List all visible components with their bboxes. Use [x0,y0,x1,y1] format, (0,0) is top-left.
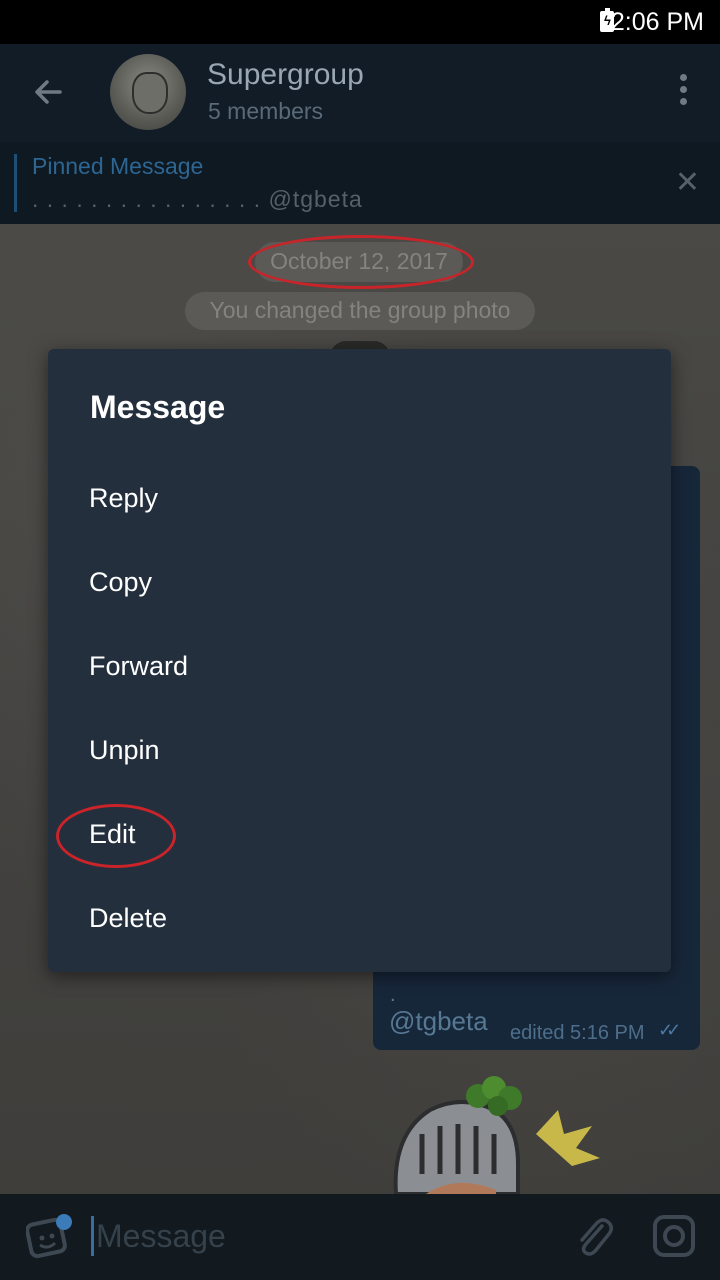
notification-dot [56,1214,72,1230]
members-count: 5 members [208,98,324,124]
service-message-text: You changed the group photo [209,297,511,323]
chat-header: Supergroup 5 members [0,44,720,142]
camera-icon[interactable] [652,1214,696,1258]
telegram-chat-screen: ϟ 2:06 PM Supergroup 5 members Pinned Me… [0,0,720,1280]
text-cursor [91,1216,94,1256]
message-dot: . [390,984,396,1006]
date-highlight-circle [248,235,474,289]
message-input-bar: Message [0,1194,720,1280]
message-input[interactable]: Message [96,1218,226,1255]
pinned-message-bar[interactable]: Pinned Message . . . . . . . . . . . . .… [0,142,720,224]
menu-item-copy[interactable]: Copy [89,567,152,598]
service-message: You changed the group photo [185,292,535,330]
group-avatar[interactable] [110,54,186,130]
knight-sticker[interactable] [386,1074,606,1194]
edit-highlight-circle [56,804,176,868]
menu-item-reply[interactable]: Reply [89,483,158,514]
status-bar: ϟ 2:06 PM [0,0,720,44]
paperclip-icon[interactable] [572,1214,616,1258]
more-vert-icon[interactable] [678,74,688,114]
message-edited-time: edited 5:16 PM [510,1022,645,1044]
menu-item-delete[interactable]: Delete [89,903,167,934]
pinned-text: . . . . . . . . . . . . . . . . @tgbeta [32,186,363,212]
pinned-accent-bar [14,154,17,212]
chat-title[interactable]: Supergroup [207,58,364,92]
menu-item-unpin[interactable]: Unpin [89,735,160,766]
message-context-dialog: Message Reply Copy Forward Unpin Edit De… [48,349,671,972]
back-arrow-icon[interactable] [30,74,66,110]
pinned-title: Pinned Message [32,153,204,179]
message-handle: @tgbeta [389,1006,488,1036]
double-check-icon: ✓✓ [658,1020,681,1040]
dialog-title: Message [90,389,226,425]
menu-item-forward[interactable]: Forward [89,651,188,682]
close-icon[interactable]: ✕ [675,168,700,198]
status-time: 2:06 PM [610,8,704,36]
